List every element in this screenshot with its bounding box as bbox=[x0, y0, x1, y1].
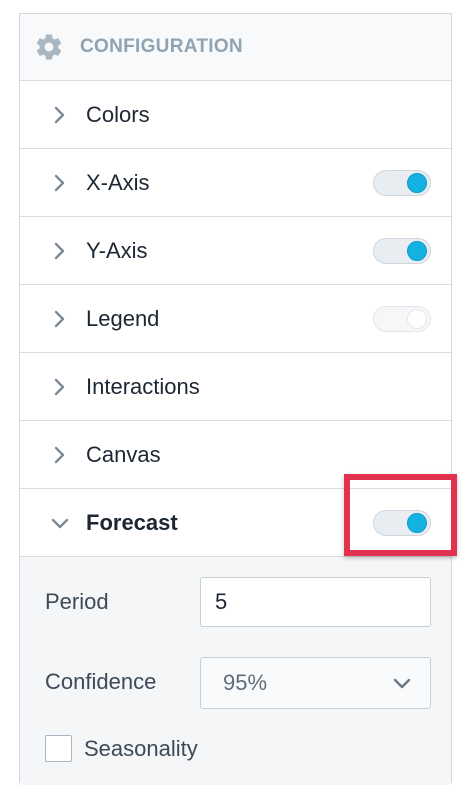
section-colors[interactable]: Colors bbox=[20, 81, 451, 149]
section-forecast[interactable]: Forecast bbox=[20, 489, 451, 557]
confidence-select[interactable]: 95% bbox=[200, 657, 431, 709]
chevron-right-icon bbox=[50, 105, 70, 125]
seasonality-label[interactable]: Seasonality bbox=[84, 736, 198, 762]
toggle-knob bbox=[407, 308, 427, 329]
chevron-right-icon bbox=[50, 173, 70, 193]
x-axis-toggle[interactable] bbox=[373, 169, 431, 196]
y-axis-toggle[interactable] bbox=[373, 237, 431, 264]
forecast-toggle[interactable] bbox=[373, 509, 431, 536]
section-label: Y-Axis bbox=[86, 237, 148, 263]
chevron-right-icon bbox=[50, 445, 70, 465]
period-input[interactable]: 5 bbox=[200, 577, 431, 627]
section-label: Colors bbox=[86, 101, 150, 127]
configuration-header: CONFIGURATION bbox=[20, 14, 451, 81]
configuration-panel: CONFIGURATION Colors X-Axis Y-Axis Legen… bbox=[19, 13, 452, 785]
section-label: Forecast bbox=[86, 509, 178, 535]
section-interactions[interactable]: Interactions bbox=[20, 353, 451, 421]
toggle-knob bbox=[407, 172, 427, 193]
section-y-axis[interactable]: Y-Axis bbox=[20, 217, 451, 285]
panel-title: CONFIGURATION bbox=[80, 36, 243, 57]
configuration-panel-frame: CONFIGURATION Colors X-Axis Y-Axis Legen… bbox=[0, 0, 474, 800]
legend-toggle bbox=[373, 305, 431, 332]
section-label: X-Axis bbox=[86, 169, 150, 195]
chevron-down-icon bbox=[392, 673, 412, 693]
chevron-down-icon bbox=[50, 513, 70, 533]
chevron-right-icon bbox=[50, 241, 70, 261]
section-label: Interactions bbox=[86, 373, 200, 399]
section-label: Canvas bbox=[86, 441, 161, 467]
section-legend[interactable]: Legend bbox=[20, 285, 451, 353]
toggle-knob bbox=[407, 512, 427, 533]
confidence-value: 95% bbox=[223, 670, 268, 695]
forecast-settings: Period 5 Confidence 95% Seasonality bbox=[20, 557, 451, 785]
seasonality-checkbox[interactable] bbox=[45, 735, 72, 762]
confidence-label: Confidence bbox=[45, 669, 157, 694]
chevron-right-icon bbox=[50, 309, 70, 329]
section-label: Legend bbox=[86, 305, 160, 331]
toggle-knob bbox=[407, 240, 427, 261]
period-label: Period bbox=[45, 589, 109, 614]
section-canvas[interactable]: Canvas bbox=[20, 421, 451, 489]
gear-icon bbox=[33, 31, 65, 63]
chevron-right-icon bbox=[50, 377, 70, 397]
section-x-axis[interactable]: X-Axis bbox=[20, 149, 451, 217]
